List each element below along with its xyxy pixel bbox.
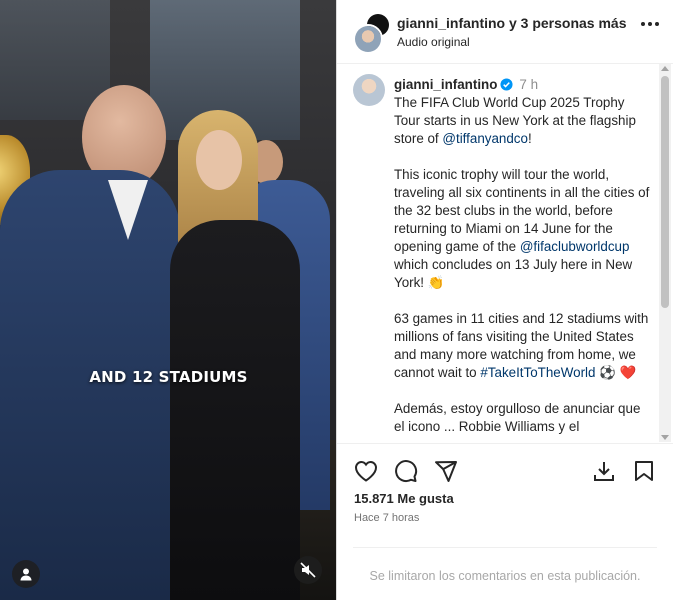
caption-username[interactable]: gianni_infantino (394, 77, 497, 92)
comments-disabled-notice: Se limitaron los comentarios en esta pub… (369, 569, 641, 583)
download-button[interactable] (591, 458, 617, 484)
save-button[interactable] (631, 458, 657, 484)
more-options-icon[interactable] (641, 22, 659, 26)
action-bar (337, 443, 673, 496)
mute-button[interactable] (294, 556, 322, 584)
scroll-down-arrow[interactable] (661, 435, 669, 440)
post-details-panel: gianni_infantino y 3 personas más Audio … (337, 0, 673, 600)
caption-text: which concludes on 13 July here in New Y… (394, 257, 633, 290)
download-icon (594, 462, 614, 481)
tagged-users-button[interactable] (12, 560, 40, 588)
post-header: gianni_infantino y 3 personas más Audio … (337, 0, 673, 64)
comment-button[interactable] (393, 458, 419, 484)
collab-avatars[interactable] (353, 12, 391, 54)
comment-icon (395, 460, 418, 483)
author-avatar[interactable] (353, 74, 385, 106)
scrollbar-thumb[interactable] (661, 76, 669, 308)
mention-link[interactable]: @tiffanyandco (442, 131, 528, 146)
post-timestamp[interactable]: Hace 7 horas (354, 512, 419, 524)
post-caption: gianni_infantino 7 h The FIFA Club World … (394, 76, 652, 442)
divider (353, 547, 657, 548)
speaker-muted-icon (300, 562, 316, 578)
audio-link[interactable]: Audio original (397, 35, 470, 49)
like-button[interactable] (353, 458, 379, 484)
share-button[interactable] (433, 458, 459, 484)
post-video[interactable]: AND 12 STADIUMS (0, 0, 337, 600)
woman-center (160, 110, 310, 600)
caption-text: ! (527, 131, 532, 146)
caption-time[interactable]: 7 h (519, 77, 538, 92)
send-icon (435, 461, 457, 482)
video-caption-overlay: AND 12 STADIUMS (89, 368, 248, 386)
hashtag-link[interactable]: #TakeItToTheWorld (480, 365, 595, 380)
verified-badge-icon (500, 78, 513, 91)
user-icon (20, 568, 32, 581)
caption-text: ⚽ ❤️ (595, 365, 637, 380)
bookmark-icon (635, 461, 653, 481)
caption-text: Además, estoy orgulloso de anunciar que … (394, 401, 641, 434)
like-count[interactable]: 15.871 Me gusta (354, 491, 454, 506)
heart-icon (354, 460, 378, 482)
caption-scroll-area[interactable]: gianni_infantino 7 h The FIFA Club World … (337, 64, 673, 442)
post-authors[interactable]: gianni_infantino y 3 personas más (397, 15, 627, 31)
scrollbar[interactable] (659, 64, 671, 442)
mention-link[interactable]: @fifaclubworldcup (520, 239, 630, 254)
scroll-up-arrow[interactable] (661, 66, 669, 71)
